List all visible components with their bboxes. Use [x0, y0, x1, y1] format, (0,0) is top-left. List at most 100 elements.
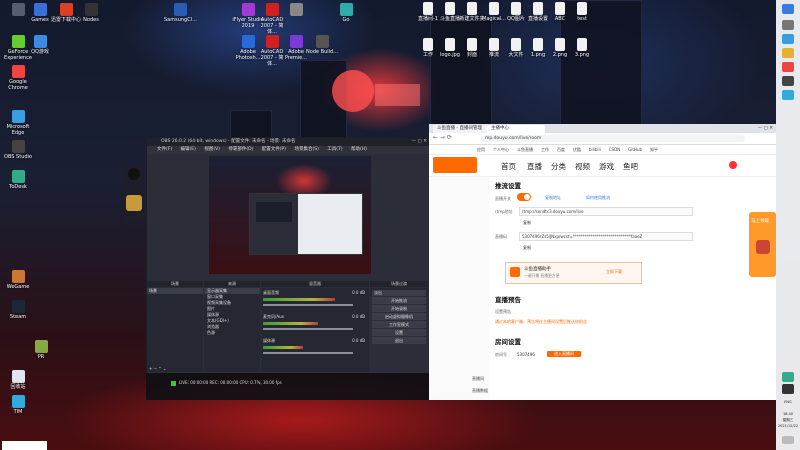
- desktop-icon[interactable]: WeGame: [2, 270, 34, 290]
- menu-item[interactable]: 停靠部件(D): [228, 147, 253, 152]
- stream-toggle[interactable]: [517, 193, 531, 201]
- desktop-icon[interactable]: [280, 3, 312, 17]
- menu-item[interactable]: 场景集合(S): [294, 147, 318, 152]
- control-button[interactable]: 开始推流: [372, 297, 426, 304]
- nav-arrows-icon[interactable]: ← → ⟳: [433, 134, 452, 141]
- rtmp-field[interactable]: rtmp://sendtc3.douyu.com/live: [519, 207, 693, 216]
- nav-home[interactable]: 首页: [501, 161, 516, 172]
- sidebar-link[interactable]: 直播数据: [472, 388, 488, 394]
- control-button[interactable]: 启动虚拟摄像机: [372, 313, 426, 320]
- volume-slider[interactable]: [263, 328, 353, 330]
- folder-icon[interactable]: [782, 48, 794, 58]
- window-controls[interactable]: — ▢ ✕: [412, 138, 427, 146]
- edge-icon[interactable]: [782, 34, 794, 44]
- avatar[interactable]: [729, 161, 737, 169]
- qq-floating-panel[interactable]: [124, 165, 144, 221]
- obs-titlebar[interactable]: OBS 26.0.2 (64-bit, windows) - 配置文件: 未命名…: [147, 138, 430, 146]
- copy-rtmp-button[interactable]: 复制: [523, 220, 531, 226]
- sources-dock[interactable]: 显示器采集 窗口采集 视频采集设备 图片 媒体源 文本(GDI+) 浏览器 色源: [204, 288, 260, 372]
- volume-slider[interactable]: [263, 304, 353, 306]
- window-controls[interactable]: — ▢ ✕: [758, 124, 773, 133]
- desktop-icon[interactable]: Google Chrome: [2, 65, 34, 91]
- mixer-track[interactable]: 桌面音频 0.0 dB: [263, 290, 367, 312]
- obs-preview-canvas[interactable]: [209, 156, 371, 274]
- promo-banner[interactable]: 斗鱼直播助手 一键开播 直播更方便 立即下载: [505, 262, 642, 284]
- desktop-icon[interactable]: Node Build...: [306, 35, 338, 55]
- desktop-icon[interactable]: PR: [25, 340, 57, 360]
- enter-room-button[interactable]: 进入直播间: [547, 351, 581, 357]
- nav-fishbar[interactable]: 鱼吧: [623, 161, 638, 172]
- control-button[interactable]: 开始录制: [372, 305, 426, 312]
- source-item[interactable]: 色源: [204, 330, 260, 336]
- control-button[interactable]: 工作室模式: [372, 321, 426, 328]
- menu-item[interactable]: 视图(V): [204, 147, 220, 152]
- bookmark-item[interactable]: 应用: [477, 147, 485, 152]
- nav-video[interactable]: 视频: [575, 161, 590, 172]
- desktop-icon[interactable]: SamsungCl...: [164, 3, 197, 23]
- file-icon[interactable]: 3.png: [566, 38, 598, 58]
- desktop-icon[interactable]: Microsoft Edge: [2, 110, 34, 136]
- desktop-icon[interactable]: TIM: [2, 395, 34, 415]
- mixer-track[interactable]: 麦克风/Aux 0.0 dB: [263, 314, 367, 336]
- file-icon[interactable]: test: [566, 2, 598, 22]
- bookmark-item[interactable]: CSDN: [609, 147, 620, 152]
- start-icon[interactable]: [782, 4, 794, 14]
- qq-icon[interactable]: [782, 90, 794, 100]
- nav-game[interactable]: 游戏: [599, 161, 614, 172]
- browser-tab-active[interactable]: 主播中心: [487, 125, 545, 133]
- mixer-track[interactable]: 媒体源 0.0 dB: [263, 338, 367, 360]
- bookmark-item[interactable]: GitHub: [628, 147, 642, 152]
- lang-indicator[interactable]: ENG: [776, 400, 800, 404]
- nav-live[interactable]: 直播: [527, 161, 542, 172]
- menu-item[interactable]: 编辑(E): [181, 147, 196, 152]
- sidebar-link[interactable]: 直播间: [472, 376, 484, 382]
- copy-key-button[interactable]: 复制: [523, 245, 531, 251]
- bookmark-item[interactable]: 知乎: [650, 147, 658, 152]
- scene-toolbar[interactable]: + − ⌃ ⌄: [149, 366, 166, 372]
- search-icon[interactable]: [782, 20, 794, 30]
- desktop-icon[interactable]: 回收站: [2, 370, 34, 390]
- stream-key-field[interactable]: 5307496rZs5iJNxp/wcst=******************…: [519, 232, 693, 241]
- volume-icon[interactable]: [782, 384, 794, 394]
- obs-window[interactable]: OBS 26.0.2 (64-bit, windows) - 配置文件: 未命名…: [146, 137, 431, 375]
- menu-item[interactable]: 工具(T): [327, 147, 342, 152]
- notification-icon[interactable]: [782, 436, 794, 444]
- bookmark-item[interactable]: 个人中心: [493, 147, 509, 152]
- bookmark-item[interactable]: bilibili: [589, 147, 601, 152]
- wegame-icon[interactable]: [126, 195, 142, 211]
- mixer-dock[interactable]: 桌面音频 0.0 dB 麦克风/Aux 0.0 dB 媒体源 0.0 dB: [261, 288, 369, 372]
- url-input[interactable]: mp.douyu.com/live/room: [481, 135, 745, 142]
- side-ad-panel[interactable]: 马上领取: [749, 212, 776, 277]
- clock-time[interactable]: 18:40: [776, 412, 800, 416]
- chrome-icon[interactable]: [782, 62, 794, 72]
- browser-tab[interactable]: 斗鱼直播 - 直播间管理: [433, 125, 491, 133]
- nav-category[interactable]: 分类: [551, 161, 566, 172]
- obs-icon[interactable]: [782, 76, 794, 86]
- desktop-icon[interactable]: OBS Studio: [2, 140, 34, 160]
- menu-item[interactable]: 文件(F): [157, 147, 172, 152]
- copy-address-link[interactable]: 复制地址: [545, 195, 561, 201]
- scene-item[interactable]: 场景: [147, 288, 203, 294]
- scenes-dock[interactable]: 场景 + − ⌃ ⌄: [147, 288, 203, 372]
- bookmark-item[interactable]: 斗鱼直播: [517, 147, 533, 152]
- browser-window[interactable]: 斗鱼直播 - 直播间管理 主播中心 — ▢ ✕ ← → ⟳ mp.douyu.c…: [429, 124, 776, 400]
- desktop-icon[interactable]: Nodes: [75, 3, 107, 23]
- desktop-icon[interactable]: Go: [330, 3, 362, 23]
- desktop-icon[interactable]: ToDesk: [2, 170, 34, 190]
- desktop-icon[interactable]: QQ游戏: [24, 35, 56, 55]
- site-logo[interactable]: [433, 157, 477, 173]
- qq-penguin-icon[interactable]: [128, 168, 140, 180]
- bookmark-item[interactable]: 百度: [557, 147, 565, 152]
- bookmark-item[interactable]: 工作: [541, 147, 549, 152]
- download-link[interactable]: 立即下载: [606, 269, 622, 275]
- control-button[interactable]: 退出: [372, 337, 426, 344]
- controls-dock[interactable]: 开始推流 开始录制 启动虚拟摄像机 工作室模式 设置 退出: [370, 296, 428, 372]
- tray-icon[interactable]: [782, 372, 794, 382]
- desktop-icon[interactable]: Steam: [2, 300, 34, 320]
- menu-item[interactable]: 配置文件(P): [262, 147, 286, 152]
- menu-item[interactable]: 帮助(H): [351, 147, 367, 152]
- volume-slider[interactable]: [263, 352, 353, 354]
- bookmark-item[interactable]: 优酷: [573, 147, 581, 152]
- control-button[interactable]: 设置: [372, 329, 426, 336]
- how-to-stream-link[interactable]: 如何使用推流: [586, 195, 610, 201]
